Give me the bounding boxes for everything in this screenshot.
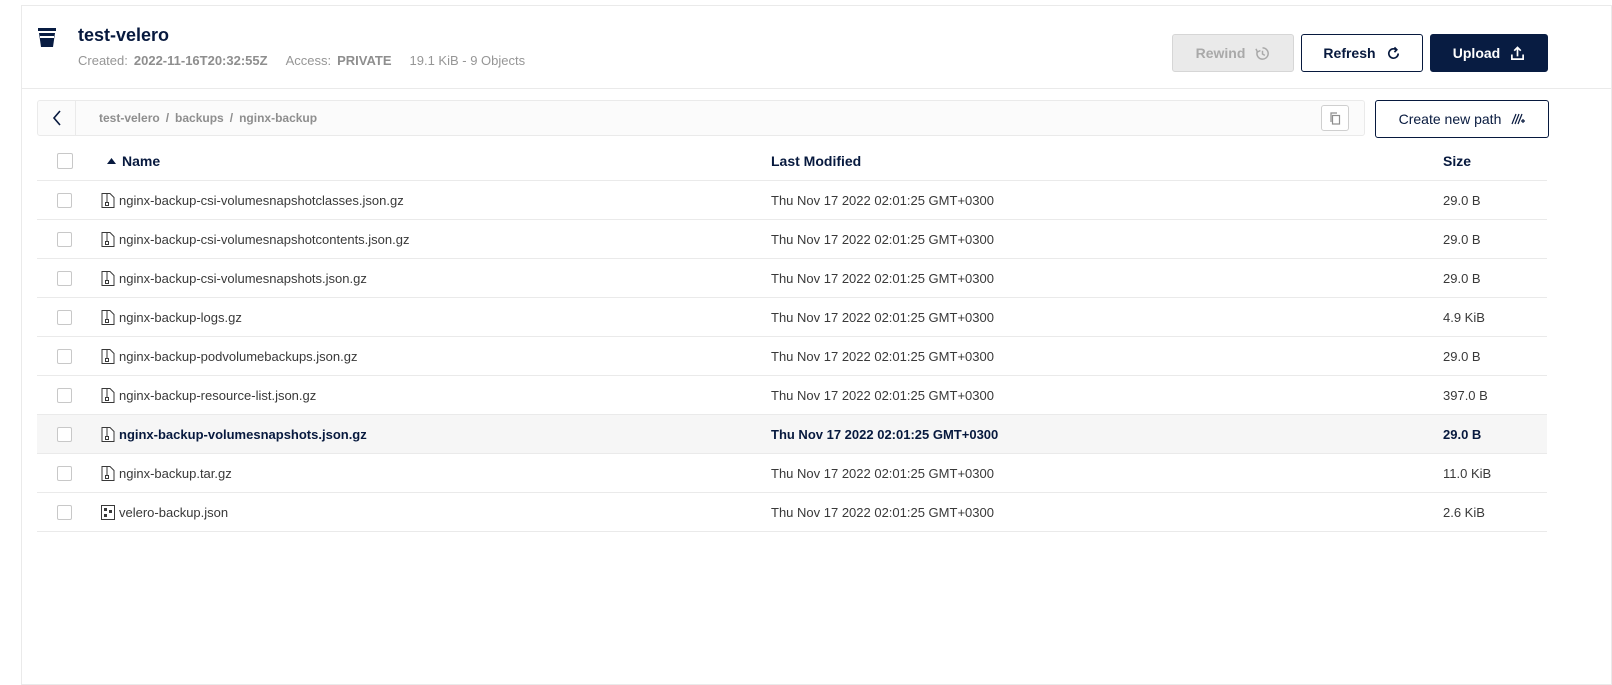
chevron-left-icon <box>52 110 61 126</box>
create-new-path-label: Create new path <box>1398 111 1502 127</box>
breadcrumb-bar: test-velero / backups / nginx-backup <box>37 100 1365 136</box>
file-name[interactable]: velero-backup.json <box>119 505 228 520</box>
new-path-icon <box>1511 113 1526 125</box>
file-size: 29.0 B <box>1443 349 1481 364</box>
row-checkbox[interactable] <box>57 271 72 286</box>
breadcrumb-item[interactable]: backups <box>175 111 224 125</box>
file-size: 29.0 B <box>1443 232 1481 247</box>
copy-path-button[interactable] <box>1321 105 1349 131</box>
zip-file-icon <box>101 388 115 403</box>
access-label: Access: <box>285 53 332 68</box>
rewind-label: Rewind <box>1195 45 1246 61</box>
file-size: 29.0 B <box>1443 193 1481 208</box>
bucket-panel: test-velero Created: 2022-11-16T20:32:55Z… <box>21 5 1612 685</box>
bucket-usage: 19.1 KiB - 9 Objects <box>409 53 526 68</box>
last-modified: Thu Nov 17 2022 02:01:25 GMT+0300 <box>771 193 994 208</box>
objects-table: Name Last Modified Size nginx-backup-csi… <box>37 142 1547 532</box>
refresh-icon <box>1387 46 1399 59</box>
breadcrumb-separator: / <box>165 111 170 125</box>
refresh-button[interactable]: Refresh <box>1301 34 1423 72</box>
file-size: 29.0 B <box>1443 427 1482 442</box>
create-new-path-button[interactable]: Create new path <box>1375 100 1549 138</box>
bucket-header: test-velero Created: 2022-11-16T20:32:55Z… <box>22 6 1611 89</box>
size-column-header[interactable]: Size <box>1443 153 1471 169</box>
refresh-label: Refresh <box>1323 45 1376 61</box>
zip-file-icon <box>101 193 115 208</box>
back-button[interactable] <box>38 101 76 135</box>
copy-icon <box>1330 111 1341 125</box>
row-checkbox[interactable] <box>57 427 72 442</box>
created-value: 2022-11-16T20:32:55Z <box>133 53 268 68</box>
table-header: Name Last Modified Size <box>37 142 1547 181</box>
upload-label: Upload <box>1452 45 1501 61</box>
zip-file-icon <box>101 310 115 325</box>
file-size: 2.6 KiB <box>1443 505 1485 520</box>
zip-file-icon <box>101 232 115 247</box>
file-name[interactable]: nginx-backup-csi-volumesnapshots.json.gz <box>119 271 367 286</box>
table-row[interactable]: nginx-backup-volumesnapshots.json.gz Thu… <box>37 415 1547 454</box>
select-all-checkbox[interactable] <box>57 153 73 169</box>
breadcrumb-item[interactable]: test-velero <box>99 111 160 125</box>
row-checkbox[interactable] <box>57 388 72 403</box>
table-row[interactable]: nginx-backup-csi-volumesnapshots.json.gz… <box>37 259 1547 298</box>
file-size: 11.0 KiB <box>1443 466 1492 481</box>
file-name[interactable]: nginx-backup-logs.gz <box>119 310 242 325</box>
last-modified: Thu Nov 17 2022 02:01:25 GMT+0300 <box>771 349 994 364</box>
table-row[interactable]: velero-backup.json Thu Nov 17 2022 02:01… <box>37 493 1547 532</box>
breadcrumb: test-velero / backups / nginx-backup <box>99 111 317 125</box>
last-modified: Thu Nov 17 2022 02:01:25 GMT+0300 <box>771 505 994 520</box>
access-value: PRIVATE <box>337 53 392 68</box>
bucket-name: test-velero <box>78 25 170 45</box>
modified-column-header[interactable]: Last Modified <box>771 153 861 169</box>
last-modified: Thu Nov 17 2022 02:01:25 GMT+0300 <box>771 271 994 286</box>
sort-asc-icon <box>107 158 116 164</box>
file-name[interactable]: nginx-backup-csi-volumesnapshotcontents.… <box>119 232 410 247</box>
last-modified: Thu Nov 17 2022 02:01:25 GMT+0300 <box>771 388 994 403</box>
last-modified: Thu Nov 17 2022 02:01:25 GMT+0300 <box>771 310 994 325</box>
file-size: 29.0 B <box>1443 271 1481 286</box>
file-name[interactable]: nginx-backup-volumesnapshots.json.gz <box>119 427 367 442</box>
table-row[interactable]: nginx-backup-logs.gz Thu Nov 17 2022 02:… <box>37 298 1547 337</box>
zip-file-icon <box>101 271 115 286</box>
zip-file-icon <box>101 427 115 442</box>
row-checkbox[interactable] <box>57 466 72 481</box>
file-size: 4.9 KiB <box>1443 310 1485 325</box>
last-modified: Thu Nov 17 2022 02:01:25 GMT+0300 <box>771 427 999 442</box>
row-checkbox[interactable] <box>57 193 72 208</box>
zip-file-icon <box>101 466 115 481</box>
rewind-button[interactable]: Rewind <box>1172 34 1294 72</box>
upload-button[interactable]: Upload <box>1430 34 1548 72</box>
file-size: 397.0 B <box>1443 388 1488 403</box>
created-label: Created: <box>78 53 128 68</box>
json-file-icon <box>101 505 115 520</box>
table-row[interactable]: nginx-backup-csi-volumesnapshotcontents.… <box>37 220 1547 259</box>
file-name[interactable]: nginx-backup-podvolumebackups.json.gz <box>119 349 357 364</box>
table-row[interactable]: nginx-backup.tar.gz Thu Nov 17 2022 02:0… <box>37 454 1547 493</box>
table-row[interactable]: nginx-backup-resource-list.json.gz Thu N… <box>37 376 1547 415</box>
name-header-label: Name <box>122 153 161 169</box>
file-name[interactable]: nginx-backup.tar.gz <box>119 466 232 481</box>
breadcrumb-item[interactable]: nginx-backup <box>239 111 317 125</box>
row-checkbox[interactable] <box>57 232 72 247</box>
zip-file-icon <box>101 349 115 364</box>
row-checkbox[interactable] <box>57 349 72 364</box>
last-modified: Thu Nov 17 2022 02:01:25 GMT+0300 <box>771 232 994 247</box>
row-checkbox[interactable] <box>57 505 72 520</box>
name-column-header[interactable]: Name <box>107 153 160 169</box>
last-modified: Thu Nov 17 2022 02:01:25 GMT+0300 <box>771 466 994 481</box>
history-icon <box>1255 46 1270 60</box>
table-row[interactable]: nginx-backup-podvolumebackups.json.gz Th… <box>37 337 1547 376</box>
row-checkbox[interactable] <box>57 310 72 325</box>
breadcrumb-separator: / <box>229 111 234 125</box>
upload-icon <box>1511 45 1525 60</box>
file-name[interactable]: nginx-backup-csi-volumesnapshotclasses.j… <box>119 193 404 208</box>
bucket-icon <box>38 28 56 47</box>
bucket-meta: Created: 2022-11-16T20:32:55Z Access: PRIVA… <box>78 53 525 68</box>
table-row[interactable]: nginx-backup-csi-volumesnapshotclasses.j… <box>37 181 1547 220</box>
file-name[interactable]: nginx-backup-resource-list.json.gz <box>119 388 316 403</box>
